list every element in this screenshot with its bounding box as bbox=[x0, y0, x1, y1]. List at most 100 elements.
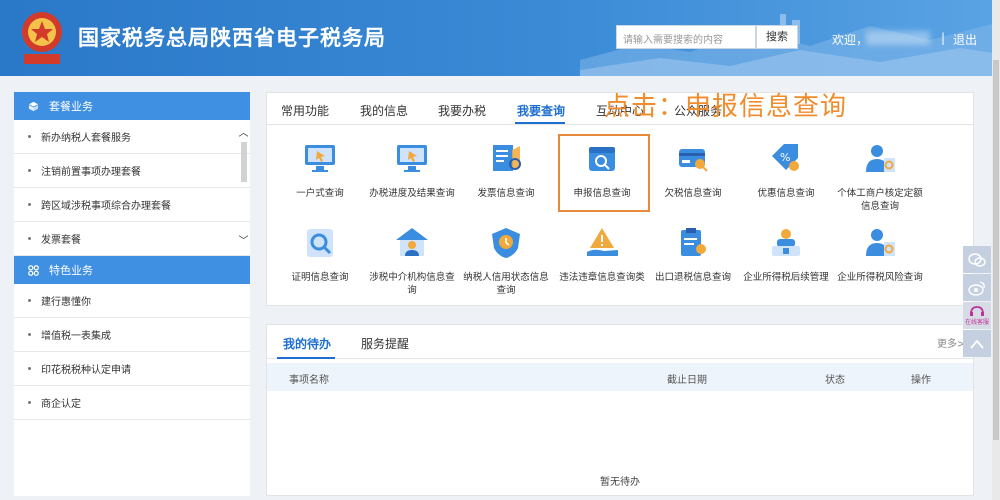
sidebar-item-label: 跨区域涉税事项综合办理套餐 bbox=[41, 201, 171, 212]
query-item-label: 出口退税信息查询 bbox=[654, 272, 731, 283]
bullet-dot bbox=[28, 367, 31, 370]
card-search-icon bbox=[679, 149, 708, 172]
floating-toolbar: 在线客服 bbox=[963, 246, 991, 358]
risk-person-icon bbox=[866, 229, 895, 256]
query-item-label: 办税进度及结果查询 bbox=[369, 188, 455, 199]
sidebar-section-label: 特色业务 bbox=[49, 264, 93, 277]
sidebar-section-feature[interactable]: 特色业务 bbox=[14, 256, 250, 284]
top-header: 国家税务总局陕西省电子税务局 请输入需要搜索的内容 搜索 欢迎， | 退出 bbox=[0, 0, 1000, 76]
sidebar: 套餐业务 新办纳税人套餐服务 注销前置事项办理套餐 跨区域涉税事项综合办理套餐 … bbox=[14, 92, 250, 496]
highlight-box bbox=[558, 134, 650, 212]
query-item-label: 企业所得税后续管理 bbox=[743, 272, 829, 283]
query-item-agency[interactable]: 涉税中介机构信息查询 bbox=[367, 226, 457, 297]
wechat-button[interactable] bbox=[963, 246, 991, 273]
person-search-icon bbox=[866, 145, 895, 172]
instruction-annotation: 点击：申报信息查询 bbox=[604, 92, 848, 122]
search-button[interactable]: 搜索 bbox=[756, 25, 798, 49]
query-item-label: 证明信息查询 bbox=[291, 272, 349, 283]
tab-my-info[interactable]: 我的信息 bbox=[360, 102, 408, 119]
sidebar-item-label: 发票套餐 bbox=[41, 235, 81, 246]
weibo-button[interactable] bbox=[963, 274, 991, 301]
back-to-top-button[interactable] bbox=[963, 330, 991, 357]
agency-house-icon bbox=[396, 228, 428, 256]
discount-search-icon: % bbox=[772, 144, 799, 171]
tab-my-todo[interactable]: 我的待办 bbox=[283, 335, 331, 352]
sidebar-item-label: 注销前置事项办理套餐 bbox=[41, 167, 141, 178]
sidebar-item[interactable]: 商企认定 bbox=[14, 386, 250, 420]
bullet-dot bbox=[28, 169, 31, 172]
bullet-dot bbox=[28, 299, 31, 302]
wechat-icon bbox=[968, 252, 986, 267]
todo-panel: 我的待办 服务提醒 更多> 事项名称 截止日期 状态 操作 暂无待办 bbox=[266, 324, 974, 496]
svg-text:%: % bbox=[780, 151, 790, 164]
query-item-discount[interactable]: % 优惠信息查询 bbox=[741, 142, 831, 200]
search-input[interactable]: 请输入需要搜索的内容 bbox=[616, 25, 756, 49]
bullet-dot bbox=[28, 203, 31, 206]
sidebar-item[interactable]: 印花税税种认定申请 bbox=[14, 352, 250, 386]
logout-link[interactable]: 退出 bbox=[953, 31, 977, 48]
query-item-individual-quota[interactable]: 个体工商户核定定额信息查询 bbox=[835, 142, 925, 213]
active-tab-underline bbox=[515, 122, 565, 124]
grid-icon bbox=[28, 264, 39, 276]
welcome-text: 欢迎， bbox=[832, 33, 869, 47]
credit-shield-icon bbox=[492, 228, 520, 258]
tab-query[interactable]: 我要查询 bbox=[517, 102, 565, 119]
headset-icon bbox=[970, 306, 984, 316]
chevron-down-icon[interactable]: ﹀ bbox=[237, 232, 250, 247]
query-item-export-refund[interactable]: 出口退税信息查询 bbox=[648, 226, 738, 284]
sidebar-item-label: 印花税税种认定申请 bbox=[41, 365, 131, 376]
site-title: 国家税务总局陕西省电子税务局 bbox=[78, 26, 386, 50]
enterprise-person-icon bbox=[772, 229, 800, 256]
query-item-label: 违法违章信息查询类 bbox=[559, 272, 645, 283]
user-name-blurred bbox=[866, 31, 930, 45]
bullet-dot bbox=[28, 333, 31, 336]
sidebar-item-label: 增值税一表集成 bbox=[41, 331, 111, 342]
bullet-dot bbox=[28, 237, 31, 240]
sidebar-item[interactable]: 注销前置事项办理套餐 bbox=[14, 154, 250, 188]
column-header: 操作 bbox=[911, 375, 931, 386]
query-item-certificate[interactable]: 证明信息查询 bbox=[275, 226, 365, 284]
query-item-enterprise-risk[interactable]: 企业所得税风险查询 bbox=[835, 226, 925, 284]
magnifier-icon bbox=[307, 229, 333, 257]
sidebar-item[interactable]: 新办纳税人套餐服务 bbox=[14, 120, 250, 154]
sidebar-item[interactable]: 增值税一表集成 bbox=[14, 318, 250, 352]
query-item-account[interactable]: 一户式查询 bbox=[275, 142, 365, 200]
sidebar-item[interactable]: 建行惠懂你 bbox=[14, 284, 250, 318]
sidebar-section-package[interactable]: 套餐业务 bbox=[14, 92, 250, 120]
tab-tax-handling[interactable]: 我要办税 bbox=[438, 102, 486, 119]
monitor-progress-icon bbox=[397, 145, 427, 172]
query-item-enterprise-followup[interactable]: 企业所得税后续管理 bbox=[741, 226, 831, 284]
scrollbar-thumb[interactable] bbox=[993, 60, 999, 440]
sidebar-item[interactable]: 发票套餐 bbox=[14, 222, 250, 256]
query-item-label: 欠税信息查询 bbox=[664, 188, 722, 199]
query-item-label: 个体工商户核定定额信息查询 bbox=[837, 188, 923, 212]
invoice-search-icon bbox=[493, 145, 521, 171]
header-separator: | bbox=[941, 31, 946, 45]
chevron-up-icon[interactable]: ︿ bbox=[237, 124, 250, 139]
online-service-label: 在线客服 bbox=[964, 319, 989, 326]
query-item-arrears[interactable]: 欠税信息查询 bbox=[648, 142, 738, 200]
bullet-dot bbox=[28, 135, 31, 138]
query-item-credit[interactable]: 纳税人信用状态信息查询 bbox=[461, 226, 551, 297]
query-item-label: 涉税中介机构信息查询 bbox=[369, 272, 455, 296]
page-scrollbar[interactable] bbox=[992, 0, 1000, 500]
tab-common[interactable]: 常用功能 bbox=[281, 102, 329, 119]
bullet-dot bbox=[28, 401, 31, 404]
sidebar-item[interactable]: 跨区域涉税事项综合办理套餐 bbox=[14, 188, 250, 222]
query-item-invoice[interactable]: 发票信息查询 bbox=[461, 142, 551, 200]
sidebar-scrollbar[interactable]: ︿ ﹀ bbox=[237, 120, 250, 250]
weibo-icon bbox=[968, 280, 985, 296]
warning-hand-icon bbox=[587, 228, 618, 256]
query-item-progress[interactable]: 办税进度及结果查询 bbox=[367, 142, 457, 200]
query-item-violation[interactable]: 违法违章信息查询类 bbox=[557, 226, 647, 284]
tax-emblem-logo bbox=[22, 12, 62, 64]
online-service-button[interactable]: 在线客服 bbox=[963, 302, 991, 329]
empty-state-text: 暂无待办 bbox=[600, 477, 640, 488]
scrollbar-thumb[interactable] bbox=[241, 142, 247, 182]
clipboard-search-icon bbox=[681, 228, 706, 256]
sidebar-item-label: 新办纳税人套餐服务 bbox=[41, 133, 131, 144]
active-tab-underline bbox=[277, 357, 335, 359]
tab-service-reminder[interactable]: 服务提醒 bbox=[361, 335, 409, 352]
more-link[interactable]: 更多> bbox=[937, 335, 965, 350]
chevron-up-icon bbox=[970, 339, 984, 349]
